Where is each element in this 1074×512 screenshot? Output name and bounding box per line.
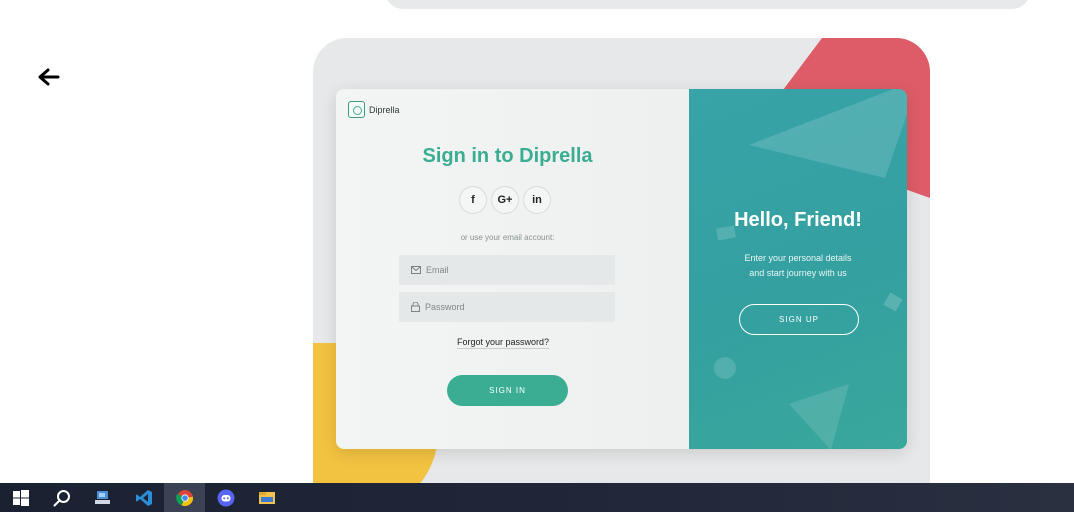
signup-subtitle-line-1: Enter your personal details [744, 253, 852, 263]
auth-card: Diprella Sign in to Diprella f G+ in or … [336, 89, 907, 449]
decor-circle [714, 357, 736, 379]
taskbar-search[interactable] [41, 483, 82, 512]
page: Diprella Sign in to Diprella f G+ in or … [0, 0, 1074, 512]
taskbar-file-explorer[interactable] [246, 483, 287, 512]
alt-signin-text: or use your email account: [460, 233, 555, 242]
decor-diamond [883, 292, 903, 312]
search-icon [53, 489, 70, 506]
brand-name: Diprella [369, 104, 400, 115]
forgot-password-link[interactable]: Forgot your password? [457, 337, 550, 349]
lock-icon [411, 302, 420, 312]
file-explorer-icon [258, 491, 275, 504]
discord-icon [217, 489, 234, 506]
top-bar [385, 0, 1030, 9]
email-field[interactable]: Email [399, 255, 615, 285]
google-plus-button[interactable]: G+ [491, 186, 519, 214]
signup-subtitle: Enter your personal details and start jo… [689, 251, 907, 281]
decor-triangle-small [789, 384, 849, 449]
chrome-icon [175, 489, 193, 506]
brand: Diprella [348, 101, 400, 118]
back-arrow-icon[interactable] [36, 66, 62, 88]
taskbar-vscode[interactable] [123, 483, 164, 512]
signin-title: Sign in to Diprella [422, 145, 593, 167]
social-buttons: f G+ in [459, 186, 551, 214]
email-placeholder: Email [426, 265, 449, 275]
start-icon [12, 489, 29, 506]
taskbar-chrome[interactable] [164, 483, 205, 512]
signin-panel: Diprella Sign in to Diprella f G+ in or … [336, 89, 689, 449]
linkedin-button[interactable]: in [523, 186, 551, 214]
password-placeholder: Password [425, 302, 465, 312]
password-field[interactable]: Password [399, 292, 615, 322]
vscode-icon [135, 489, 152, 506]
taskbar-app[interactable] [82, 483, 123, 512]
start-button[interactable] [0, 483, 41, 512]
signup-subtitle-line-2: and start journey with us [749, 268, 847, 278]
signup-panel: Hello, Friend! Enter your personal detai… [689, 89, 907, 449]
brand-logo-icon [348, 101, 365, 118]
facebook-button[interactable]: f [459, 186, 487, 214]
taskbar-discord[interactable] [205, 483, 246, 512]
mail-icon [411, 266, 421, 274]
decor-triangle [749, 89, 907, 178]
app-icon [94, 490, 110, 504]
taskbar [0, 483, 1074, 512]
signup-title: Hello, Friend! [734, 209, 862, 231]
signin-button[interactable]: SIGN IN [447, 375, 568, 406]
signup-button[interactable]: SIGN UP [739, 304, 859, 335]
